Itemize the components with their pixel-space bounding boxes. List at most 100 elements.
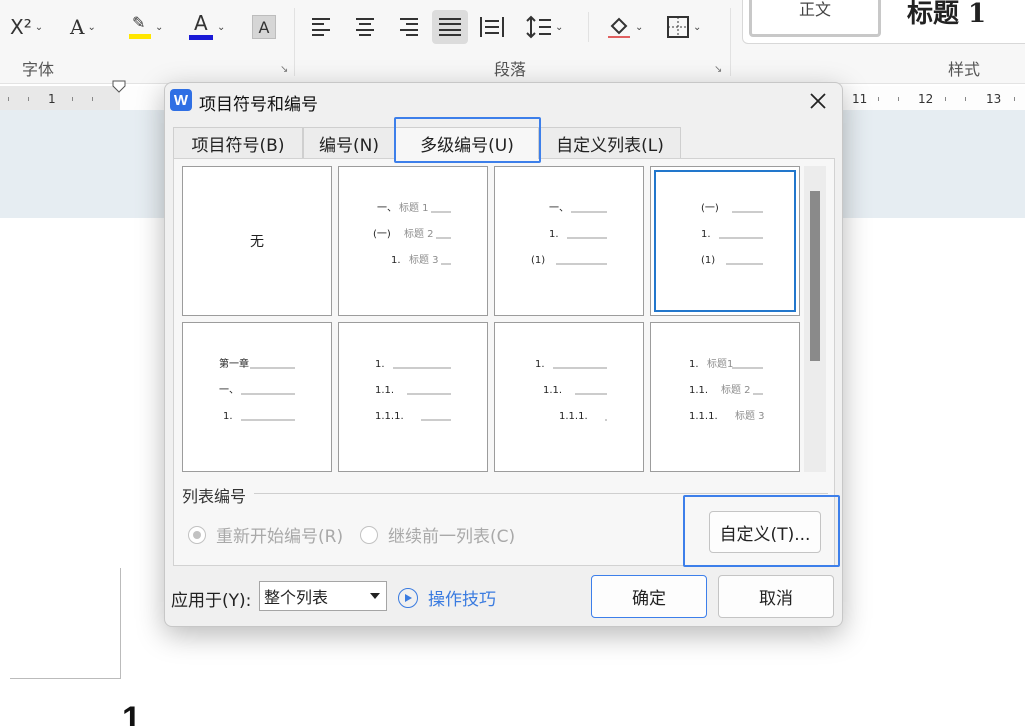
gallery-scrollbar[interactable] bbox=[804, 166, 826, 472]
line-spacing-button[interactable]: ⌄ bbox=[526, 12, 563, 42]
customize-button[interactable]: 自定义(T)... bbox=[709, 511, 821, 553]
radio-unchecked-icon bbox=[360, 525, 378, 544]
style-heading1[interactable]: 标题 1 bbox=[907, 0, 986, 30]
align-center-icon bbox=[354, 18, 376, 36]
level-marker: 1.1.1. bbox=[559, 411, 588, 422]
multilevel-gallery: 无一、 标题 1 (一) 标题 2 1. 标题 3 一、 1. (1) (一) 1. (1) 第一章 一、… bbox=[182, 166, 802, 472]
borders-button[interactable]: ⌄ bbox=[666, 12, 701, 42]
level-marker: (一) bbox=[701, 203, 719, 214]
dialog-title-bar[interactable]: W 项目符号和编号 bbox=[165, 83, 842, 119]
superscript-button[interactable]: X² ⌄ bbox=[10, 12, 43, 42]
multilevel-style-option[interactable]: 1. 标题1 1.1. 标题 2 1.1.1. 标题 3 bbox=[650, 322, 800, 472]
dialog-title: 项目符号和编号 bbox=[199, 95, 318, 115]
chevron-down-icon: ⌄ bbox=[635, 21, 644, 33]
highlighter-icon: ✎ bbox=[128, 13, 152, 41]
level-heading-text: 标题1 bbox=[707, 358, 733, 370]
multilevel-style-option[interactable]: 一、 1. (1) bbox=[494, 166, 644, 316]
dropdown-arrow-icon bbox=[370, 593, 380, 599]
level-marker: (一) bbox=[373, 229, 391, 240]
outline-preview: 一、 标题 1 (一) 标题 2 1. 标题 3 bbox=[373, 202, 451, 266]
ruler-number: 13 bbox=[986, 92, 1002, 106]
scrollbar-thumb[interactable] bbox=[810, 191, 820, 361]
group-label-font: 字体 bbox=[22, 60, 55, 79]
chevron-down-icon: ⌄ bbox=[555, 21, 564, 33]
level-heading-text: 标题 3 bbox=[409, 254, 439, 266]
level-marker: 1. bbox=[375, 359, 385, 370]
close-button[interactable] bbox=[804, 87, 832, 115]
align-left-button[interactable] bbox=[312, 12, 334, 42]
char-shading-button[interactable]: A bbox=[252, 15, 276, 39]
ruler-number: 11 bbox=[852, 92, 868, 106]
level-marker: 一、 bbox=[219, 385, 239, 396]
highlight-button[interactable]: ✎ ⌄ bbox=[128, 12, 163, 42]
line-spacing-icon bbox=[526, 15, 551, 39]
ribbon: X² ⌄ A ⌄ ✎ ⌄ A ⌄ A 字体 ↘ ⌄ ⌄ ⌄ 段落 ↘ 正文 标题… bbox=[0, 0, 1025, 84]
level-marker: 1.1. bbox=[543, 385, 562, 396]
ruler-number: 1 bbox=[48, 92, 56, 106]
align-right-button[interactable] bbox=[396, 12, 418, 42]
style-gallery: 正文 标题 1 bbox=[742, 0, 1025, 44]
justify-button[interactable] bbox=[432, 10, 468, 44]
document-heading[interactable]: 1 bbox=[122, 700, 141, 726]
cancel-button[interactable]: 取消 bbox=[718, 575, 834, 618]
font-dialog-launcher-icon[interactable]: ↘ bbox=[280, 64, 288, 75]
shading-button[interactable]: ⌄ bbox=[606, 12, 643, 42]
wps-writer-logo-icon: W bbox=[170, 89, 192, 111]
page-margin-marker bbox=[10, 678, 121, 679]
play-icon bbox=[398, 587, 418, 608]
font-effect-icon: A bbox=[70, 15, 85, 39]
tab-custom-list[interactable]: 自定义列表(L) bbox=[539, 127, 681, 159]
tab-bullets[interactable]: 项目符号(B) bbox=[173, 127, 303, 159]
level-marker: 1. bbox=[535, 359, 545, 370]
list-numbering-label: 列表编号 bbox=[182, 483, 251, 507]
level-marker: 1. bbox=[701, 229, 711, 240]
level-marker: 一、 bbox=[377, 203, 397, 214]
paragraph-dialog-launcher-icon[interactable]: ↘ bbox=[714, 64, 722, 75]
indent-marker-icon[interactable] bbox=[112, 80, 126, 94]
outline-preview: 一、 1. (1) bbox=[531, 203, 607, 266]
apply-to-select[interactable]: 整个列表 bbox=[259, 581, 387, 611]
multilevel-style-option[interactable]: 无 bbox=[182, 166, 332, 316]
font-color-button[interactable]: A ⌄ bbox=[188, 11, 226, 42]
level-marker: 1. bbox=[689, 359, 699, 370]
tab-multilevel[interactable]: 多级编号(U) bbox=[395, 127, 539, 159]
separator bbox=[588, 12, 589, 42]
chevron-down-icon: ⌄ bbox=[34, 21, 44, 33]
level-marker: 一、 bbox=[549, 203, 569, 214]
style-normal[interactable]: 正文 bbox=[749, 0, 881, 37]
group-label-styles: 样式 bbox=[948, 60, 981, 79]
ok-button[interactable]: 确定 bbox=[591, 575, 707, 618]
multilevel-style-option[interactable]: 第一章 一、 1. bbox=[182, 322, 332, 472]
char-shading-icon: A bbox=[258, 17, 270, 37]
restart-numbering-radio[interactable]: 重新开始编号(R) bbox=[188, 522, 343, 547]
apply-to-label: 应用于(Y): bbox=[171, 591, 252, 611]
section-divider bbox=[254, 493, 828, 494]
group-label-paragraph: 段落 bbox=[494, 60, 527, 79]
border-icon bbox=[667, 16, 689, 38]
multilevel-style-option[interactable]: (一) 1. (1) bbox=[650, 166, 800, 316]
level-marker: 1. bbox=[223, 411, 233, 422]
ruler-number: 12 bbox=[918, 92, 934, 106]
none-option-label: 无 bbox=[250, 234, 264, 250]
chevron-down-icon: ⌄ bbox=[217, 21, 226, 33]
multilevel-style-option[interactable]: 一、 标题 1 (一) 标题 2 1. 标题 3 bbox=[338, 166, 488, 316]
paint-bucket-icon bbox=[608, 17, 630, 38]
font-effect-button[interactable]: A ⌄ bbox=[70, 12, 96, 42]
distribute-button[interactable] bbox=[480, 12, 504, 42]
align-center-button[interactable] bbox=[354, 12, 376, 42]
level-marker: 1. bbox=[549, 229, 559, 240]
align-left-icon bbox=[312, 18, 334, 36]
multilevel-style-option[interactable]: 1. 1.1. 1.1.1. bbox=[338, 322, 488, 472]
continue-list-radio[interactable]: 继续前一列表(C) bbox=[360, 522, 515, 547]
superscript-icon: X² bbox=[10, 15, 32, 39]
level-marker: 1.1. bbox=[375, 385, 394, 396]
chevron-down-icon: ⌄ bbox=[693, 21, 702, 33]
level-heading-text: 标题 2 bbox=[721, 384, 751, 396]
tab-numbering[interactable]: 编号(N) bbox=[303, 127, 395, 159]
page-margin-marker bbox=[120, 568, 121, 678]
distribute-icon bbox=[480, 17, 504, 37]
tips-link[interactable]: 操作技巧 bbox=[398, 585, 496, 610]
multilevel-style-option[interactable]: 1. 1.1. 1.1.1. bbox=[494, 322, 644, 472]
bullets-numbering-dialog: W 项目符号和编号 项目符号(B) 编号(N) 多级编号(U) 自定义列表(L)… bbox=[164, 82, 843, 627]
level-marker: (1) bbox=[701, 255, 715, 266]
